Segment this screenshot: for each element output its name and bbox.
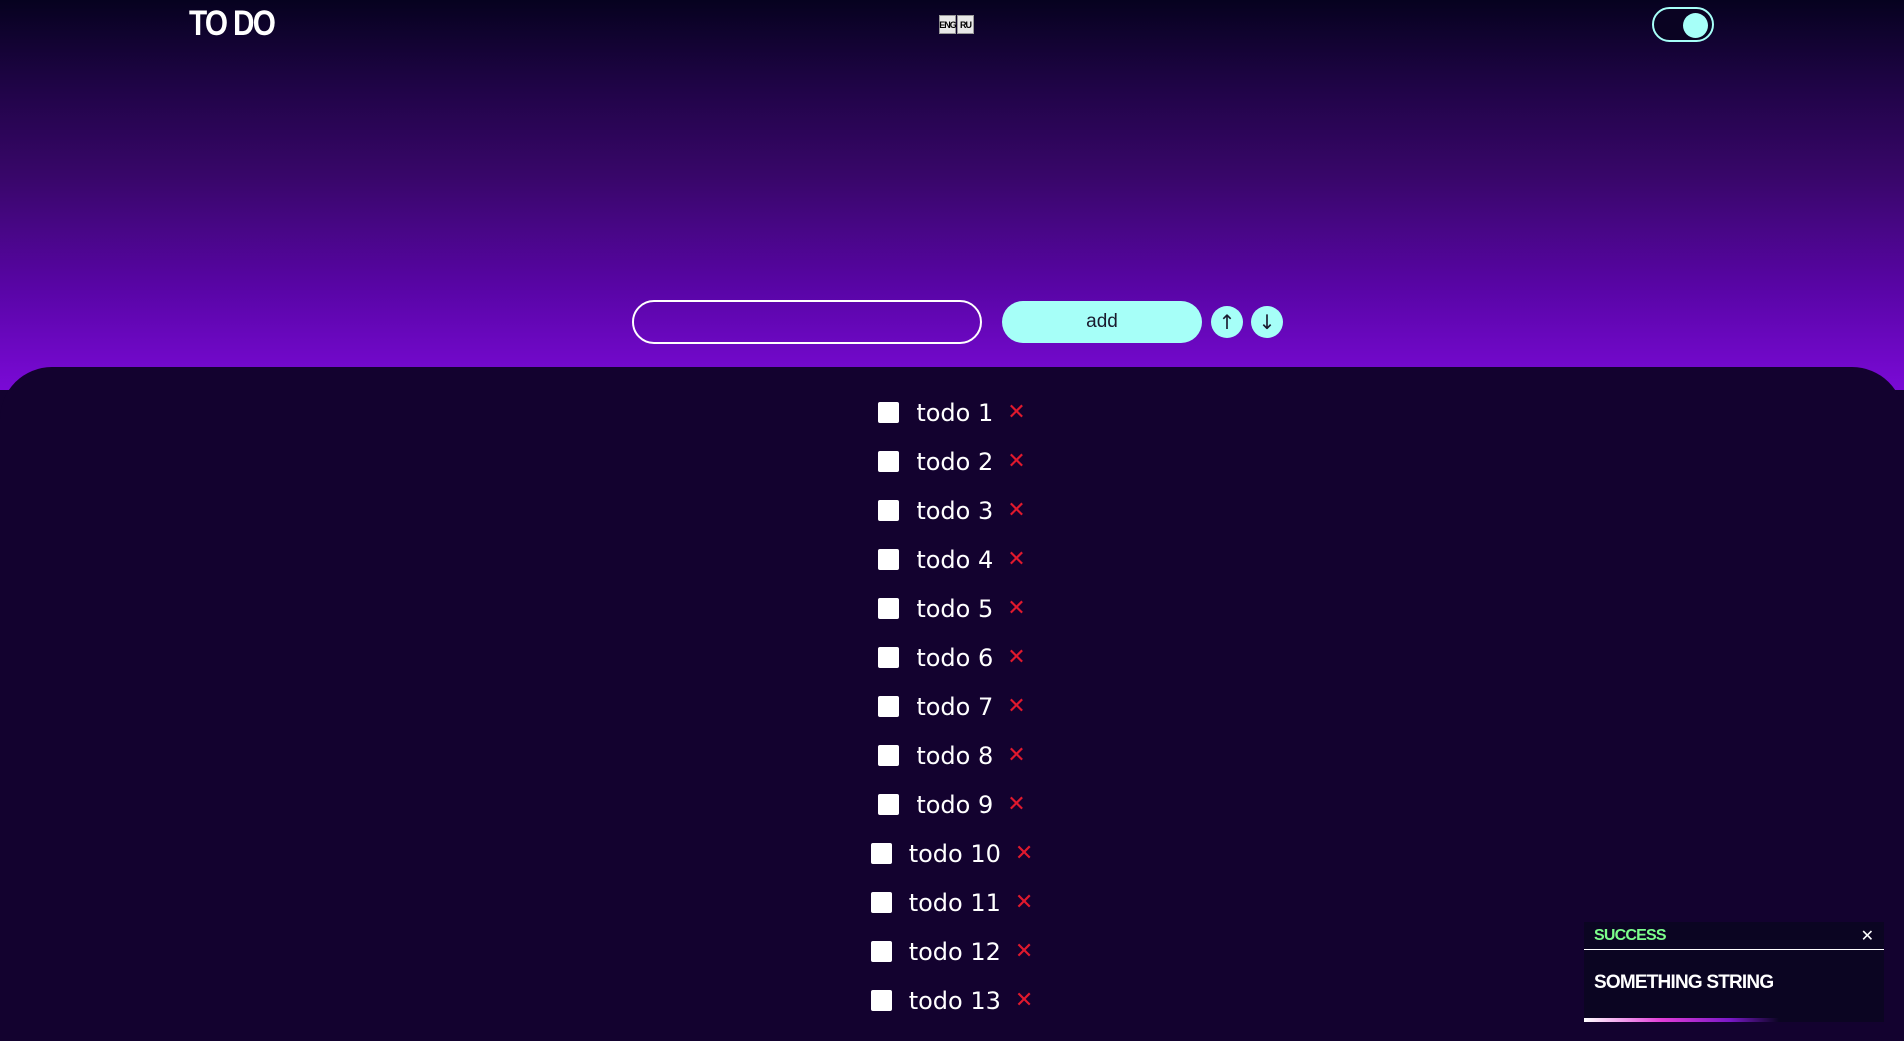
todo-item: todo 11 ✕	[0, 878, 1904, 927]
todo-text: todo 9	[916, 790, 994, 819]
todo-text: todo 5	[916, 594, 994, 623]
todo-checkbox[interactable]	[878, 402, 900, 423]
language-ru-button[interactable]: RU	[957, 15, 974, 34]
toast-header: SUCCESS ✕	[1584, 922, 1884, 950]
add-button[interactable]: add	[1002, 301, 1202, 343]
delete-icon[interactable]: ✕	[1007, 450, 1025, 473]
delete-icon[interactable]: ✕	[1007, 793, 1025, 816]
delete-icon[interactable]: ✕	[1007, 744, 1025, 767]
todo-checkbox[interactable]	[878, 451, 900, 472]
language-eng-button[interactable]: ENG	[939, 15, 957, 34]
todo-item: todo 5 ✕	[0, 584, 1904, 633]
sort-down-button[interactable]: ↓	[1251, 306, 1283, 338]
sort-up-button[interactable]: ↑	[1211, 306, 1243, 338]
delete-icon[interactable]: ✕	[1007, 646, 1025, 669]
toast-progress-bar	[1584, 1018, 1779, 1022]
todo-checkbox[interactable]	[870, 892, 892, 913]
todo-checkbox[interactable]	[878, 794, 900, 815]
delete-icon[interactable]: ✕	[1007, 401, 1025, 424]
todo-checkbox[interactable]	[878, 549, 900, 570]
todo-item: todo 6 ✕	[0, 633, 1904, 682]
todo-text: todo 6	[916, 643, 994, 672]
delete-icon[interactable]: ✕	[1015, 891, 1033, 914]
delete-icon[interactable]: ✕	[1015, 989, 1033, 1012]
todo-item: todo 2 ✕	[0, 437, 1904, 486]
delete-icon[interactable]: ✕	[1007, 499, 1025, 522]
todo-text: todo 7	[916, 692, 994, 721]
delete-icon[interactable]: ✕	[1007, 548, 1025, 571]
todo-checkbox[interactable]	[870, 990, 892, 1011]
todo-item: todo 3 ✕	[0, 486, 1904, 535]
todo-text: todo 2	[916, 447, 994, 476]
toggle-knob	[1683, 13, 1708, 38]
todo-item: todo 7 ✕	[0, 682, 1904, 731]
todo-text: todo 13	[908, 986, 1001, 1015]
toast-notification: SUCCESS ✕ SOMETHING STRING	[1584, 922, 1884, 1022]
toast-title: SUCCESS	[1594, 926, 1667, 944]
toast-message: SOMETHING STRING	[1594, 972, 1774, 993]
todo-item: todo 1 ✕	[0, 388, 1904, 437]
todo-text: todo 4	[916, 545, 994, 574]
toast-close-icon[interactable]: ✕	[1861, 926, 1874, 945]
language-switcher: ENG RU	[939, 15, 974, 34]
theme-toggle[interactable]	[1652, 7, 1714, 42]
todo-input[interactable]	[632, 300, 982, 344]
todo-item: todo 9 ✕	[0, 780, 1904, 829]
todo-checkbox[interactable]	[878, 745, 900, 766]
todo-item: todo 10 ✕	[0, 829, 1904, 878]
todo-text: todo 10	[908, 839, 1001, 868]
todo-text: todo 3	[916, 496, 994, 525]
todo-text: todo 1	[916, 398, 994, 427]
todo-text: todo 12	[908, 937, 1001, 966]
delete-icon[interactable]: ✕	[1015, 842, 1033, 865]
toast-progress-track	[1584, 1018, 1884, 1022]
todo-checkbox[interactable]	[878, 696, 900, 717]
app-logo: TO DO	[189, 4, 276, 43]
delete-icon[interactable]: ✕	[1007, 597, 1025, 620]
todo-item: todo 8 ✕	[0, 731, 1904, 780]
todo-item: todo 4 ✕	[0, 535, 1904, 584]
delete-icon[interactable]: ✕	[1007, 695, 1025, 718]
todo-checkbox[interactable]	[878, 500, 900, 521]
todo-text: todo 11	[908, 888, 1001, 917]
delete-icon[interactable]: ✕	[1015, 940, 1033, 963]
todo-checkbox[interactable]	[870, 941, 892, 962]
todo-checkbox[interactable]	[878, 647, 900, 668]
todo-checkbox[interactable]	[878, 598, 900, 619]
todo-text: todo 8	[916, 741, 994, 770]
todo-checkbox[interactable]	[870, 843, 892, 864]
